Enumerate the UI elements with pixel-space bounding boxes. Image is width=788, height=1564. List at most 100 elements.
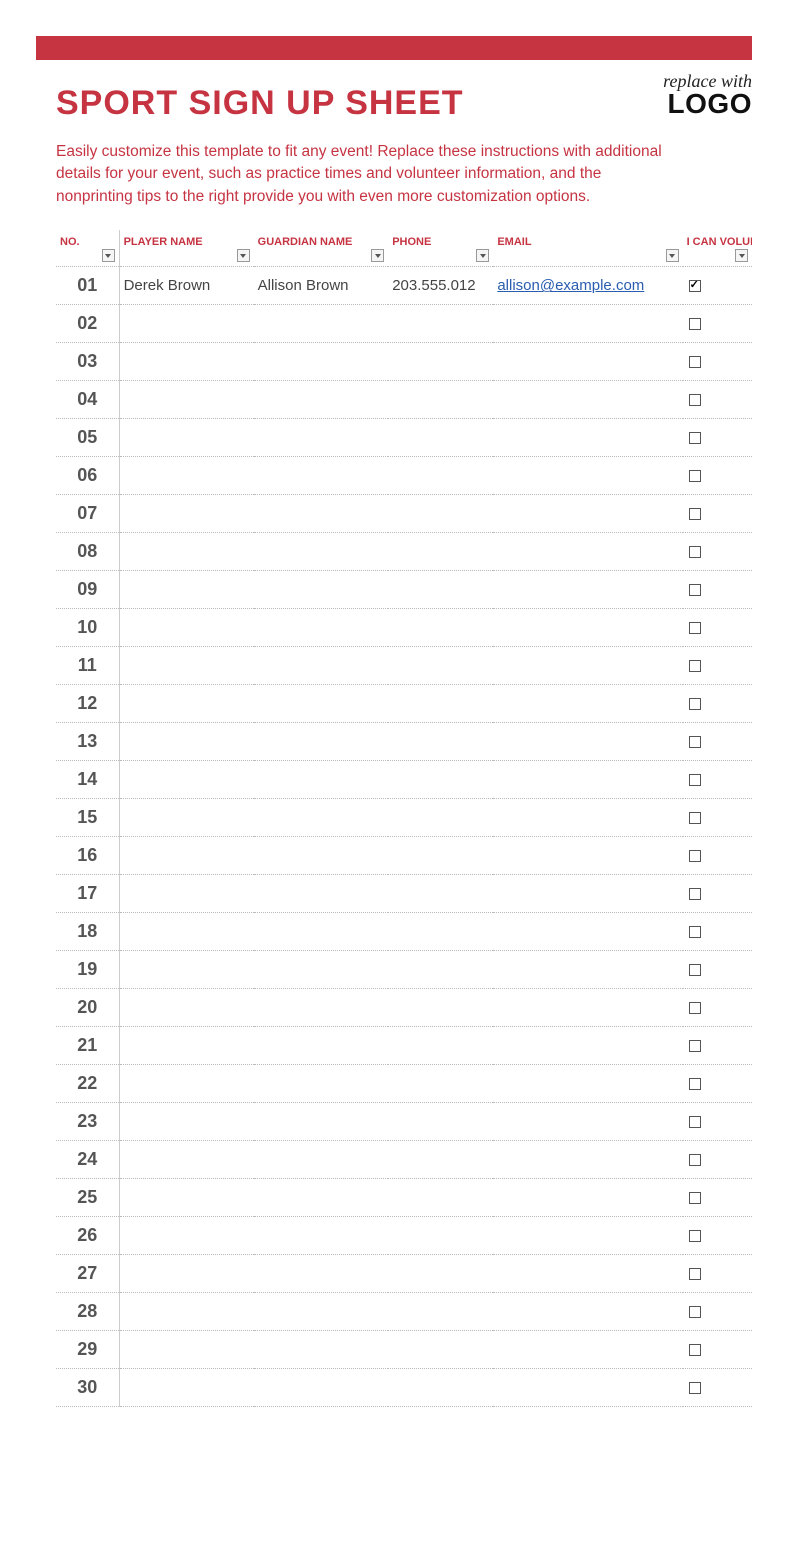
cell-guardian[interactable] xyxy=(254,343,389,381)
cell-guardian[interactable] xyxy=(254,1293,389,1331)
filter-dropdown-icon[interactable] xyxy=(666,249,679,262)
cell-guardian[interactable] xyxy=(254,799,389,837)
cell-player[interactable] xyxy=(119,1179,254,1217)
cell-guardian[interactable] xyxy=(254,989,389,1027)
volunteer-checkbox[interactable] xyxy=(689,1230,701,1242)
cell-guardian[interactable] xyxy=(254,1027,389,1065)
cell-email[interactable] xyxy=(493,533,682,571)
cell-player[interactable] xyxy=(119,533,254,571)
filter-dropdown-icon[interactable] xyxy=(102,249,115,262)
cell-player[interactable] xyxy=(119,609,254,647)
cell-player[interactable] xyxy=(119,381,254,419)
cell-guardian[interactable] xyxy=(254,951,389,989)
cell-player[interactable] xyxy=(119,913,254,951)
volunteer-checkbox[interactable] xyxy=(689,1382,701,1394)
cell-player[interactable] xyxy=(119,343,254,381)
volunteer-checkbox[interactable] xyxy=(689,622,701,634)
cell-email[interactable] xyxy=(493,571,682,609)
email-link[interactable]: allison@example.com xyxy=(497,277,644,294)
cell-player[interactable] xyxy=(119,1331,254,1369)
cell-player[interactable] xyxy=(119,723,254,761)
filter-dropdown-icon[interactable] xyxy=(476,249,489,262)
cell-player[interactable] xyxy=(119,837,254,875)
cell-email[interactable] xyxy=(493,875,682,913)
cell-phone[interactable] xyxy=(388,723,493,761)
volunteer-checkbox[interactable] xyxy=(689,812,701,824)
volunteer-checkbox[interactable] xyxy=(689,584,701,596)
cell-player[interactable] xyxy=(119,1369,254,1407)
volunteer-checkbox[interactable] xyxy=(689,1306,701,1318)
cell-email[interactable] xyxy=(493,419,682,457)
volunteer-checkbox[interactable] xyxy=(689,546,701,558)
cell-phone[interactable] xyxy=(388,913,493,951)
cell-phone[interactable] xyxy=(388,1065,493,1103)
volunteer-checkbox[interactable] xyxy=(689,1078,701,1090)
cell-guardian[interactable] xyxy=(254,609,389,647)
cell-guardian[interactable] xyxy=(254,723,389,761)
volunteer-checkbox[interactable] xyxy=(689,1192,701,1204)
cell-phone[interactable] xyxy=(388,533,493,571)
cell-email[interactable] xyxy=(493,1065,682,1103)
cell-email[interactable] xyxy=(493,761,682,799)
cell-phone[interactable] xyxy=(388,685,493,723)
cell-email[interactable] xyxy=(493,1027,682,1065)
cell-player[interactable]: Derek Brown xyxy=(119,267,254,305)
cell-email[interactable] xyxy=(493,609,682,647)
cell-phone[interactable] xyxy=(388,875,493,913)
cell-guardian[interactable] xyxy=(254,1255,389,1293)
cell-phone[interactable] xyxy=(388,381,493,419)
cell-phone[interactable] xyxy=(388,647,493,685)
cell-email[interactable] xyxy=(493,1293,682,1331)
volunteer-checkbox[interactable] xyxy=(689,432,701,444)
cell-guardian[interactable] xyxy=(254,419,389,457)
volunteer-checkbox[interactable] xyxy=(689,926,701,938)
volunteer-checkbox[interactable] xyxy=(689,964,701,976)
cell-phone[interactable] xyxy=(388,1369,493,1407)
cell-guardian[interactable] xyxy=(254,913,389,951)
volunteer-checkbox[interactable] xyxy=(689,1268,701,1280)
volunteer-checkbox[interactable] xyxy=(689,280,701,292)
cell-phone[interactable] xyxy=(388,419,493,457)
volunteer-checkbox[interactable] xyxy=(689,470,701,482)
volunteer-checkbox[interactable] xyxy=(689,850,701,862)
cell-email[interactable] xyxy=(493,457,682,495)
cell-guardian[interactable]: Allison Brown xyxy=(254,267,389,305)
cell-email[interactable] xyxy=(493,381,682,419)
cell-guardian[interactable] xyxy=(254,875,389,913)
cell-player[interactable] xyxy=(119,457,254,495)
cell-player[interactable] xyxy=(119,1255,254,1293)
cell-guardian[interactable] xyxy=(254,1141,389,1179)
cell-guardian[interactable] xyxy=(254,571,389,609)
cell-phone[interactable] xyxy=(388,609,493,647)
cell-player[interactable] xyxy=(119,571,254,609)
cell-guardian[interactable] xyxy=(254,1065,389,1103)
cell-guardian[interactable] xyxy=(254,647,389,685)
cell-email[interactable] xyxy=(493,1255,682,1293)
cell-player[interactable] xyxy=(119,875,254,913)
cell-guardian[interactable] xyxy=(254,1331,389,1369)
volunteer-checkbox[interactable] xyxy=(689,774,701,786)
cell-email[interactable] xyxy=(493,647,682,685)
filter-dropdown-icon[interactable] xyxy=(371,249,384,262)
cell-email[interactable] xyxy=(493,913,682,951)
volunteer-checkbox[interactable] xyxy=(689,1002,701,1014)
cell-player[interactable] xyxy=(119,951,254,989)
cell-email[interactable] xyxy=(493,951,682,989)
cell-email[interactable] xyxy=(493,1369,682,1407)
cell-guardian[interactable] xyxy=(254,305,389,343)
cell-player[interactable] xyxy=(119,419,254,457)
cell-email[interactable] xyxy=(493,723,682,761)
volunteer-checkbox[interactable] xyxy=(689,394,701,406)
cell-player[interactable] xyxy=(119,1217,254,1255)
cell-phone[interactable] xyxy=(388,1217,493,1255)
cell-guardian[interactable] xyxy=(254,381,389,419)
cell-phone[interactable] xyxy=(388,799,493,837)
cell-player[interactable] xyxy=(119,305,254,343)
cell-guardian[interactable] xyxy=(254,1103,389,1141)
cell-phone[interactable]: 203.555.012 xyxy=(388,267,493,305)
cell-guardian[interactable] xyxy=(254,1217,389,1255)
cell-player[interactable] xyxy=(119,1293,254,1331)
cell-guardian[interactable] xyxy=(254,1369,389,1407)
volunteer-checkbox[interactable] xyxy=(689,508,701,520)
cell-guardian[interactable] xyxy=(254,685,389,723)
